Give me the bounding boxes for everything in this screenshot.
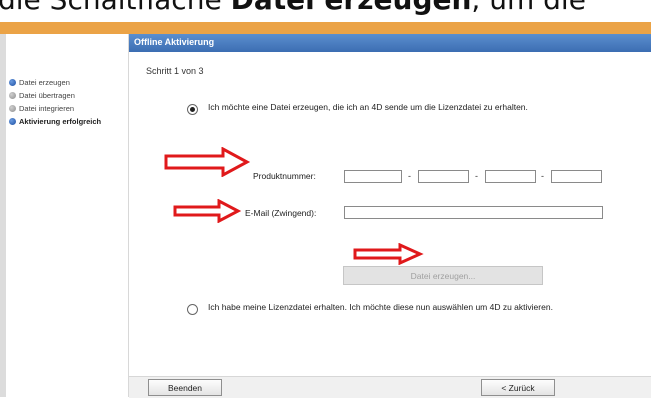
product-number-field-3[interactable] [485, 170, 536, 183]
back-button[interactable]: < Zurück [481, 379, 555, 396]
annotation-arrow-icon [353, 243, 424, 265]
option-select-label: Ich habe meine Lizenzdatei erhalten. Ich… [208, 302, 553, 312]
product-number-label: Produktnummer: [253, 171, 316, 181]
caption-after: , um die [471, 0, 586, 16]
separator: - [408, 171, 411, 181]
document-caption: die Schaltfläche Datei erzeugen, um die [0, 0, 586, 17]
step-bullet-grey-icon [9, 105, 16, 112]
radio-select-license[interactable] [187, 304, 198, 315]
radio-selected-dot [190, 107, 195, 112]
separator: - [475, 171, 478, 181]
step-item-transfer: Datei übertragen [9, 90, 75, 101]
caption-bold: Datei erzeugen [231, 0, 472, 16]
orange-accent-bar [0, 22, 651, 34]
window-title: Offline Aktivierung [134, 37, 215, 47]
step-bullet-blue-icon [9, 118, 16, 125]
step-label: Aktivierung erfolgreich [19, 117, 102, 126]
option-create-label: Ich möchte eine Datei erzeugen, die ich … [208, 102, 528, 112]
annotation-arrow-icon [164, 147, 251, 177]
step-bullet-grey-icon [9, 92, 16, 99]
caption-before: die Schaltfläche [0, 0, 222, 16]
email-label: E-Mail (Zwingend): [245, 208, 317, 218]
quit-button[interactable]: Beenden [148, 379, 222, 396]
email-field[interactable] [344, 206, 603, 219]
product-number-field-2[interactable] [418, 170, 469, 183]
product-number-field-4[interactable] [551, 170, 602, 183]
title-bar: Offline Aktivierung [129, 34, 651, 52]
step-bullet-blue-icon [9, 79, 16, 86]
step-item-success: Aktivierung erfolgreich [9, 116, 101, 127]
product-number-field-1[interactable] [344, 170, 402, 183]
wizard-window: Datei erzeugen Datei übertragen Datei in… [0, 22, 651, 398]
create-file-button[interactable]: Datei erzeugen... [343, 266, 543, 285]
step-label: Datei integrieren [19, 104, 75, 113]
step-label: Datei übertragen [19, 91, 75, 100]
step-item-integrate: Datei integrieren [9, 103, 74, 114]
step-counter: Schritt 1 von 3 [146, 66, 204, 76]
footer-bar: Beenden < Zurück [129, 376, 651, 398]
document-caption-strip: die Schaltfläche Datei erzeugen, um die [0, 0, 651, 22]
annotation-arrow-icon [173, 199, 242, 223]
radio-create-file[interactable] [187, 104, 198, 115]
step-label: Datei erzeugen [19, 78, 70, 87]
steps-panel: Datei erzeugen Datei übertragen Datei in… [6, 34, 129, 397]
step-item-create: Datei erzeugen [9, 77, 70, 88]
separator: - [541, 171, 544, 181]
